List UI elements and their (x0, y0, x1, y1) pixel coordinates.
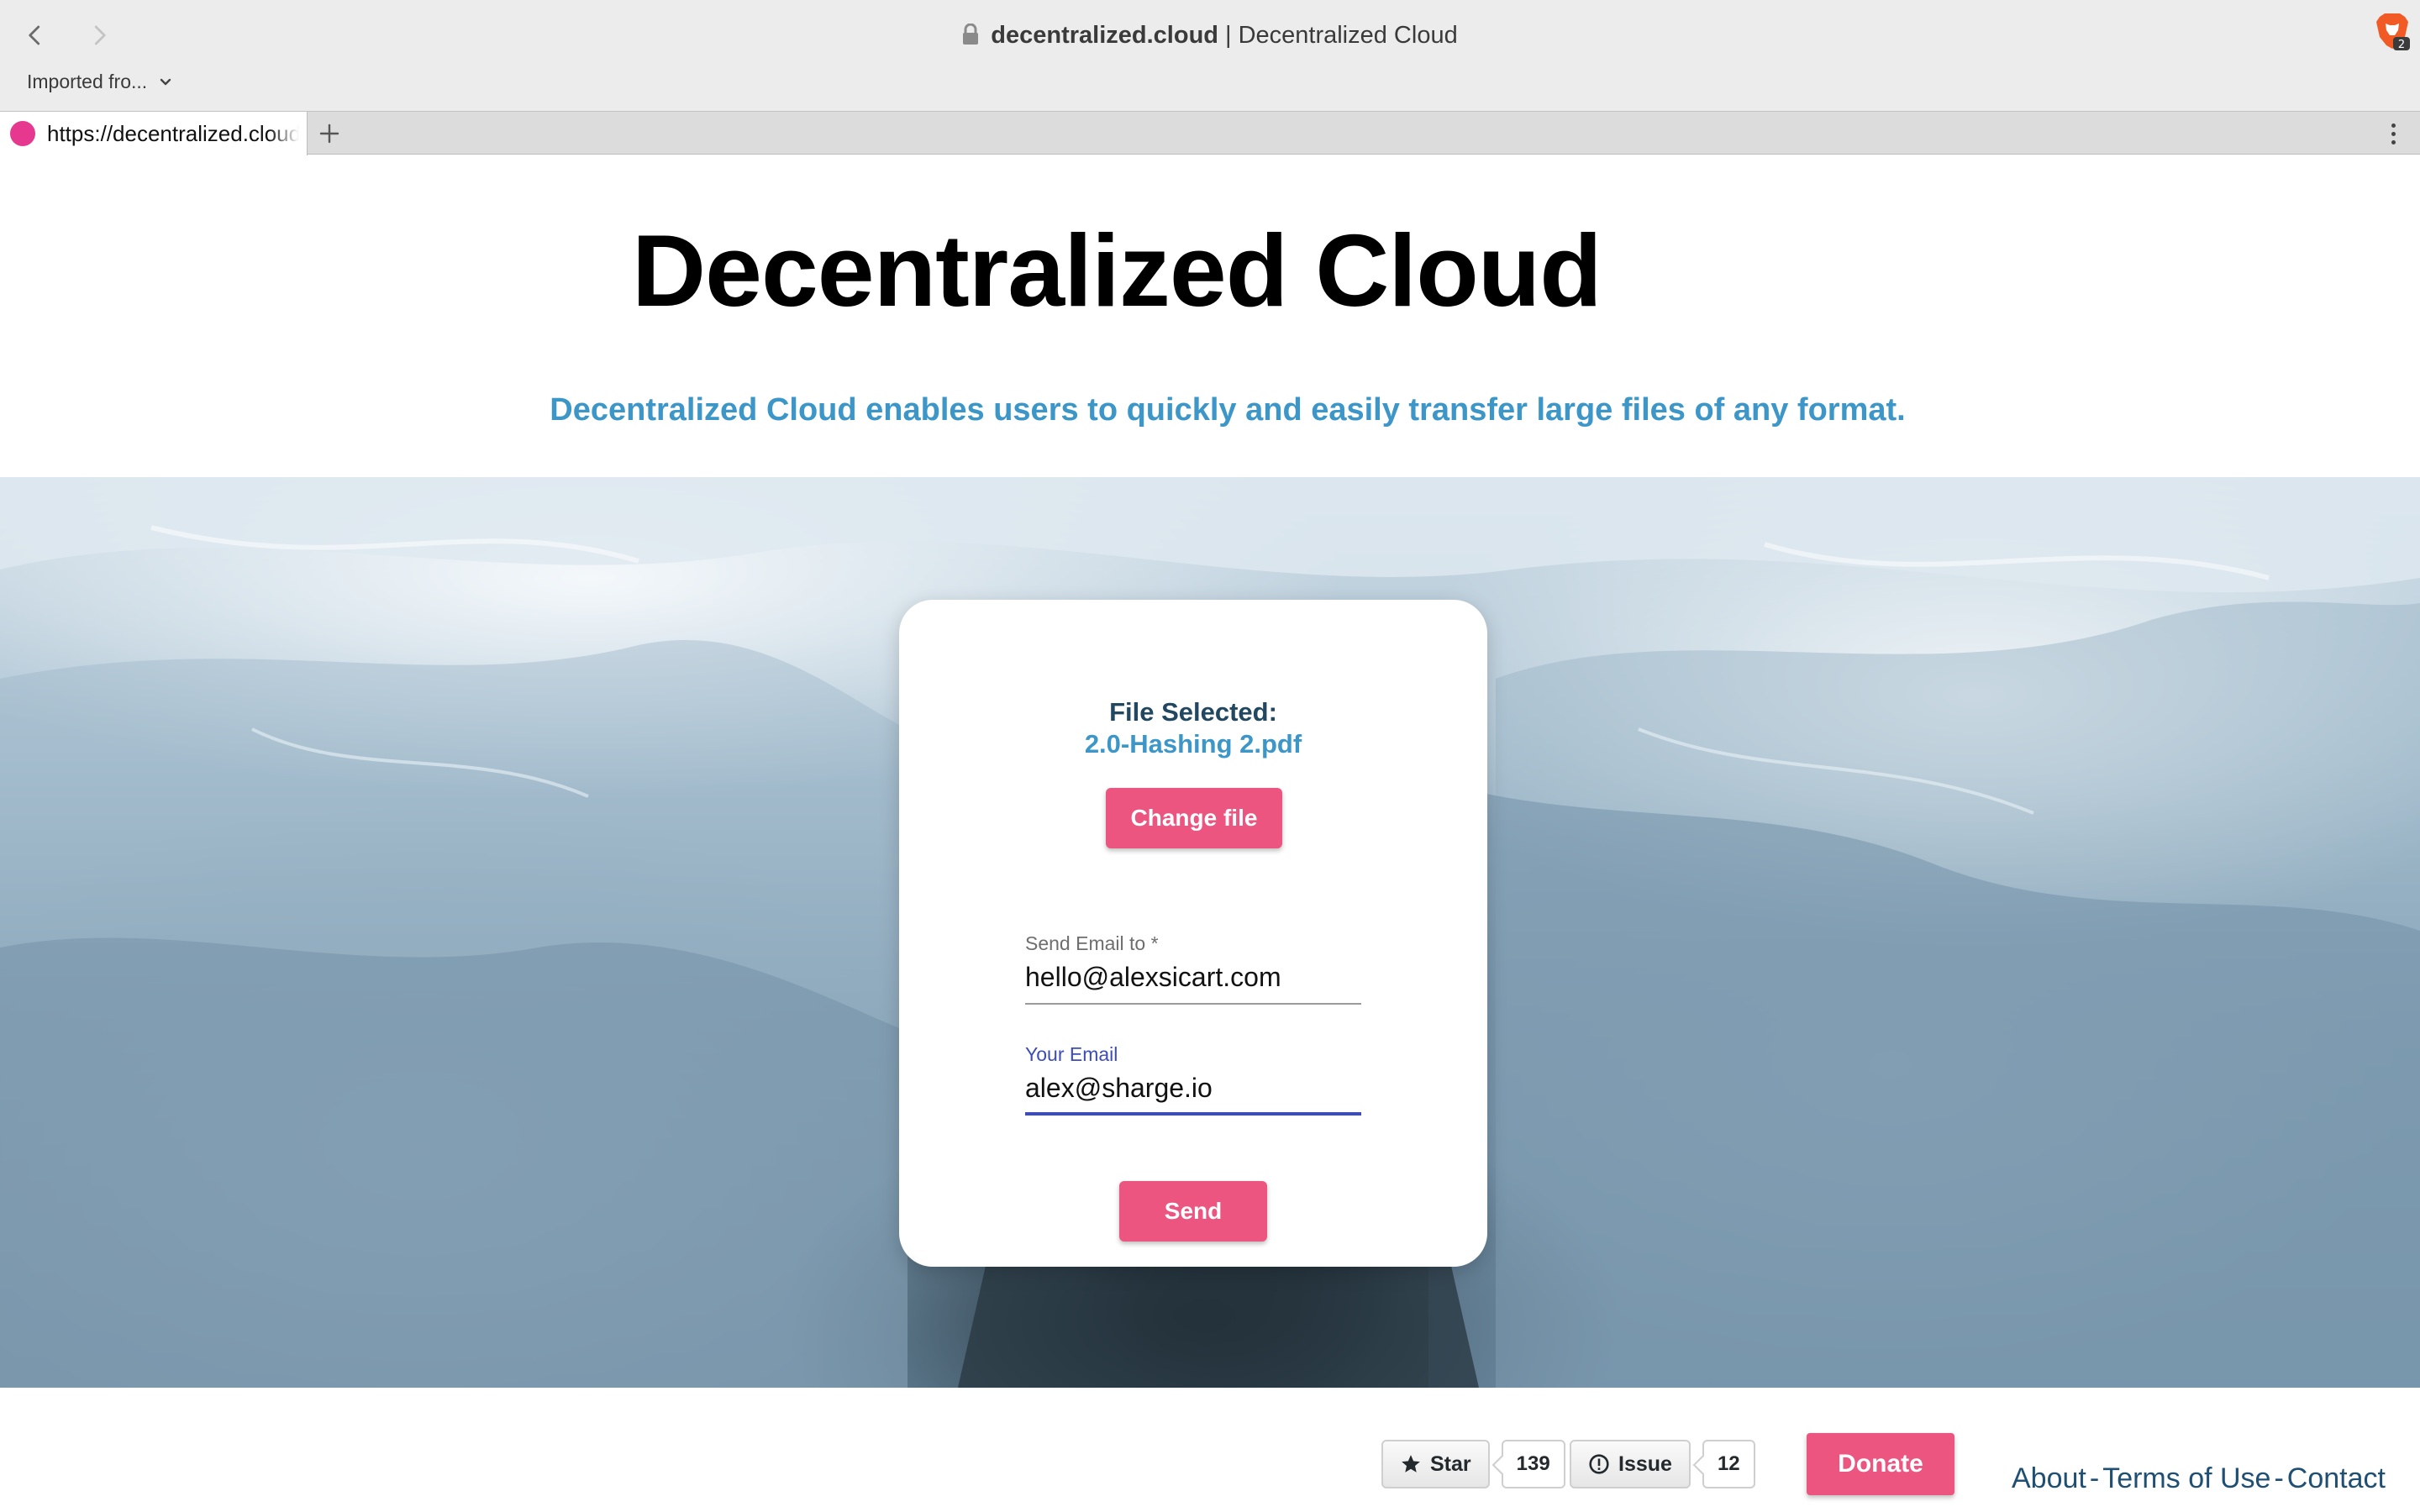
lock-icon (963, 24, 979, 45)
your-email-input[interactable]: alex@sharge.io (1025, 1070, 1361, 1116)
footer-link-terms[interactable]: Terms of Use (2102, 1462, 2270, 1494)
address-bar[interactable]: decentralized.cloud | Decentralized Cloud (0, 18, 2420, 52)
address-page-title: Decentralized Cloud (1238, 22, 1458, 49)
send-email-to-input[interactable]: hello@alexsicart.com (1025, 959, 1361, 1005)
page-title: Decentralized Cloud (632, 213, 1602, 328)
github-star-label: Star (1430, 1452, 1471, 1476)
change-file-button[interactable]: Change file (1106, 788, 1282, 848)
github-issue-label: Issue (1618, 1452, 1672, 1476)
file-selected-label: File Selected: (1109, 697, 1277, 727)
new-tab-button[interactable] (313, 117, 346, 150)
footer-link-about[interactable]: About (2012, 1462, 2086, 1494)
page-tagline: Decentralized Cloud enables users to qui… (550, 392, 1906, 428)
footer-links: About - Terms of Use - Contact (2012, 1460, 2386, 1497)
kebab-menu-icon[interactable] (2383, 118, 2403, 149)
footer-separator: - (2274, 1462, 2284, 1494)
plus-icon (319, 123, 339, 144)
tab-decentralized-cloud[interactable]: https://decentralized.cloud (0, 112, 308, 155)
bookmarks-folder-label: Imported fro... (27, 71, 148, 92)
browser-titlebar: decentralized.cloud | Decentralized Cloud … (0, 0, 2420, 111)
github-star-button[interactable]: Star (1381, 1440, 1490, 1488)
send-email-to-field[interactable]: Send Email to * hello@alexsicart.com (1025, 931, 1361, 1005)
issue-icon (1589, 1454, 1609, 1474)
address-host: decentralized.cloud (991, 22, 1219, 49)
chevron-down-icon (160, 78, 171, 85)
brave-badge-count: 2 (2398, 39, 2405, 51)
footer-link-contact[interactable]: Contact (2287, 1462, 2386, 1494)
donate-button[interactable]: Donate (1807, 1433, 1954, 1495)
tab-title: https://decentralized.cloud (47, 120, 299, 146)
github-star-count[interactable]: 139 (1501, 1440, 1565, 1488)
selected-file-name: 2.0-Hashing 2.pdf (1084, 729, 1302, 759)
site-favicon (10, 121, 35, 146)
brave-shields-button[interactable]: 2 (2373, 12, 2412, 52)
address-separator: | (1225, 22, 1232, 49)
your-email-label: Your Email (1025, 1043, 1118, 1065)
tab-strip: https://decentralized.cloud (0, 111, 2420, 155)
send-email-to-label: Send Email to * (1025, 932, 1159, 954)
github-issue-widget: Issue 12 (1570, 1440, 1755, 1488)
github-star-widget: Star 139 (1381, 1440, 1565, 1488)
github-issue-button[interactable]: Issue (1570, 1440, 1691, 1488)
github-issue-count[interactable]: 12 (1702, 1440, 1755, 1488)
send-button[interactable]: Send (1119, 1181, 1267, 1242)
brave-lion-icon: 2 (2376, 13, 2410, 51)
transfer-card: File Selected: 2.0-Hashing 2.pdf Change … (899, 600, 1487, 1267)
star-icon (1402, 1455, 1420, 1473)
your-email-field[interactable]: Your Email alex@sharge.io (1025, 1042, 1361, 1116)
bookmarks-folder[interactable]: Imported fro... (27, 71, 174, 93)
footer-separator: - (2089, 1462, 2100, 1494)
